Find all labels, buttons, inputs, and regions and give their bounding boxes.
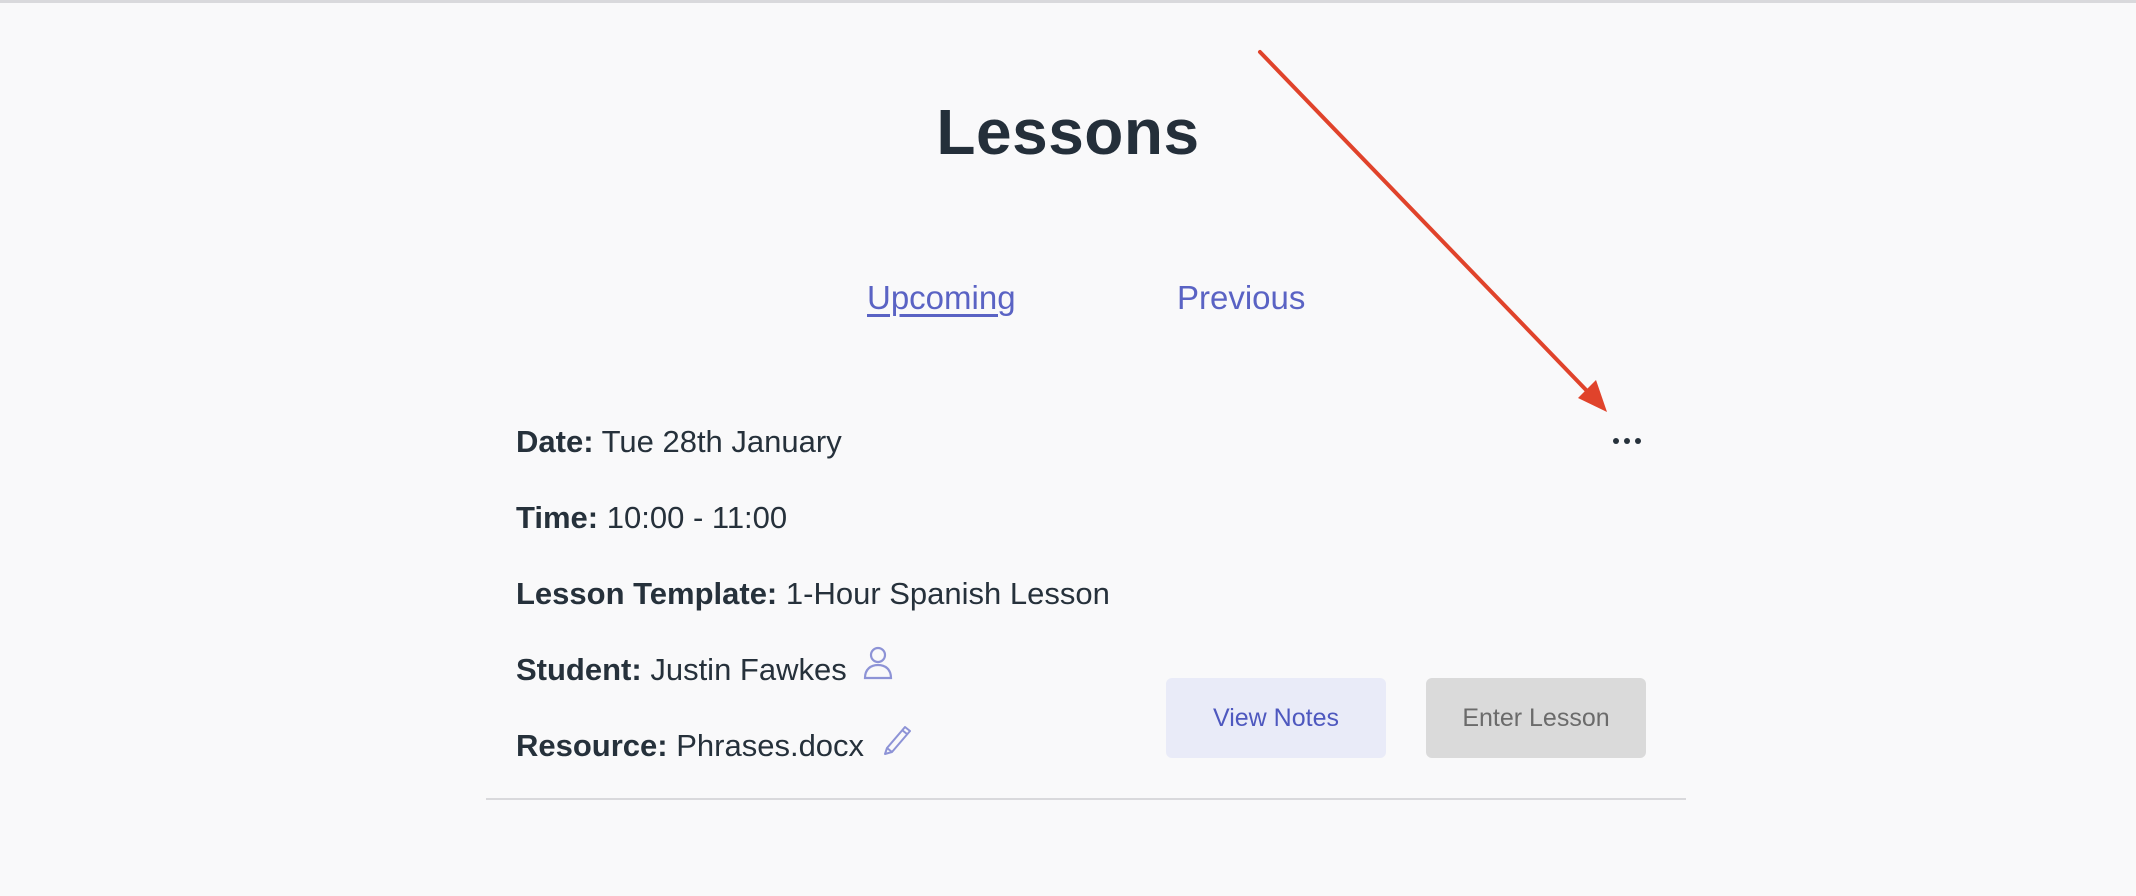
lesson-template-label: Lesson Template: (516, 576, 778, 611)
lesson-time-value: 10:00 - 11:00 (606, 500, 788, 535)
lesson-student-value: Justin Fawkes (650, 652, 847, 688)
lesson-resource-label: Resource: (516, 728, 668, 764)
view-notes-button[interactable]: View Notes (1166, 678, 1386, 758)
page-title: Lessons (936, 96, 1200, 168)
lesson-student: Student: Justin Fawkes (516, 646, 893, 694)
lesson-date-label: Date: (516, 424, 594, 459)
lesson-time: Time: 10:00 - 11:00 (516, 498, 787, 538)
lesson-resource-value[interactable]: Phrases.docx (676, 728, 864, 763)
lesson-tabs: Upcoming Previous (0, 278, 2136, 318)
lesson-template: Lesson Template: 1-Hour Spanish Lesson (516, 574, 1110, 614)
tab-upcoming[interactable]: Upcoming (867, 278, 1016, 318)
lesson-student-label: Student: (516, 652, 642, 688)
lesson-date: Date: Tue 28th January (516, 422, 842, 462)
tab-previous[interactable]: Previous (1177, 278, 1305, 318)
top-divider (0, 0, 2136, 3)
more-options-button[interactable] (1602, 424, 1652, 458)
lesson-template-value: 1-Hour Spanish Lesson (785, 576, 1110, 611)
more-horizontal-icon-dot (1624, 438, 1630, 444)
more-horizontal-icon-dot (1635, 438, 1641, 444)
card-divider (486, 798, 1686, 800)
pencil-icon[interactable] (881, 722, 913, 766)
enter-lesson-button[interactable]: Enter Lesson (1426, 678, 1646, 758)
lesson-time-label: Time: (516, 500, 599, 535)
user-icon[interactable] (863, 646, 893, 690)
more-horizontal-icon (1613, 438, 1619, 444)
lesson-date-value: Tue 28th January (601, 424, 842, 459)
lesson-card: Date: Tue 28th January Time: 10:00 - 11:… (486, 400, 1686, 800)
lesson-resource: Resource: Phrases.docx (516, 726, 913, 770)
